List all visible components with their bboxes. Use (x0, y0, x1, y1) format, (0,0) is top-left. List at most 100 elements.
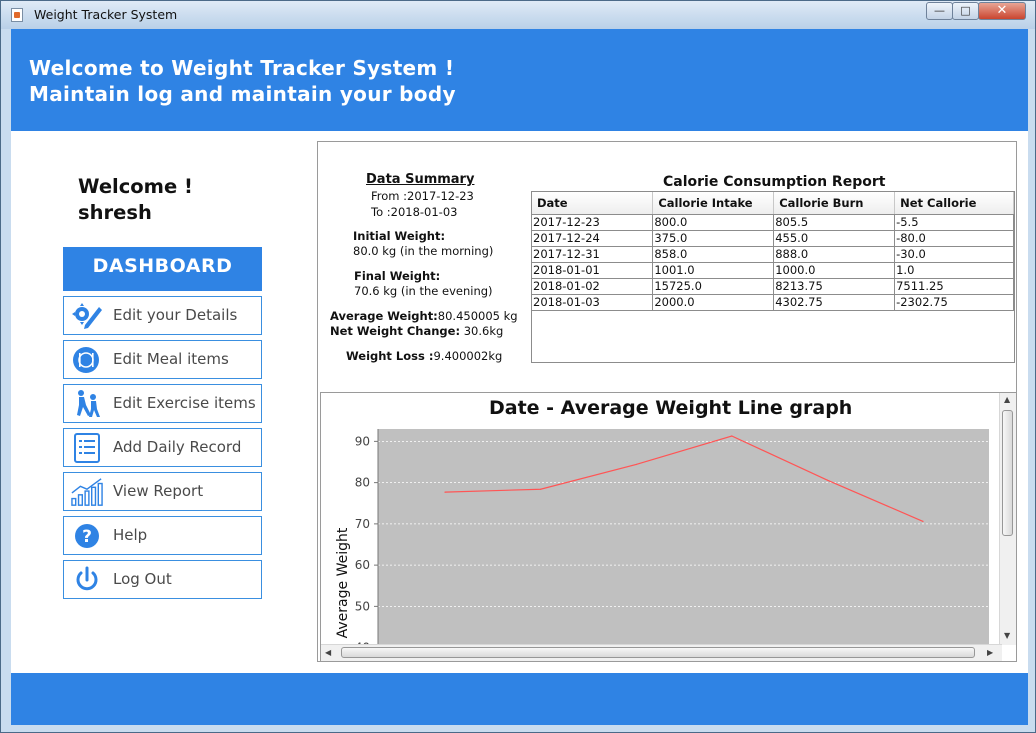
y-tick-label: 80 (355, 476, 370, 490)
table-cell: 1.0 (894, 262, 1014, 279)
table-row[interactable]: 2018-01-03 2000.0 4302.75 -2302.75 (532, 294, 1014, 311)
y-axis-label: Average Weight (335, 527, 351, 638)
dashboard-button[interactable]: DASHBOARD (63, 247, 262, 291)
edit-meal-items-button[interactable]: Edit Meal items (63, 340, 262, 379)
table-row[interactable]: 2018-01-01 1001.0 1000.0 1.0 (532, 262, 1014, 279)
initial-weight-label: Initial Weight: (353, 229, 446, 243)
calorie-table-container[interactable]: Date Callorie Intake Callorie Burn Net Call… (531, 191, 1015, 363)
header-subtitle: Maintain log and maintain your body (29, 82, 456, 106)
table-cell: -30.0 (894, 246, 1014, 263)
welcome-block: Welcome ! shresh (78, 174, 193, 226)
table-cell: 858.0 (652, 246, 775, 263)
calorie-report-title: Calorie Consumption Report (663, 174, 886, 190)
table-cell: 2017-12-31 (532, 246, 654, 263)
table-cell: 7511.25 (894, 278, 1014, 295)
y-tick-label: 70 (355, 517, 370, 531)
exercise-icon (77, 390, 100, 417)
net-change-label: Net Weight Change: (330, 324, 461, 338)
table-cell: 2017-12-24 (532, 230, 654, 247)
report-panel: Data Summary From :2017-12-23 To :2018-0… (317, 141, 1017, 662)
title-bar[interactable]: Weight Tracker System — □ ✕ (1, 1, 1035, 29)
initial-weight-value: 80.0 kg (in the morning) (353, 244, 494, 258)
maximize-button[interactable]: □ (952, 2, 979, 20)
column-header[interactable]: Net Callorie (894, 192, 1014, 215)
app-content: Welcome to Weight Tracker System ! Maint… (11, 29, 1028, 725)
scroll-right-arrow[interactable]: ▶ (987, 648, 993, 657)
nav-label: Log Out (113, 570, 172, 588)
plot-area (378, 429, 989, 645)
welcome-text: Welcome ! (78, 175, 193, 198)
scroll-left-arrow[interactable]: ◀ (325, 648, 331, 657)
data-point (826, 479, 828, 481)
table-cell: 4302.75 (773, 294, 896, 311)
log-out-button[interactable]: Log Out (63, 560, 262, 599)
nav-label: Add Daily Record (113, 438, 242, 456)
chart-scroll-pane[interactable]: Date - Average Weight Line graph 90 80 70 6… (320, 392, 1017, 662)
horizontal-scrollbar[interactable]: ◀ ▶ (321, 644, 1002, 661)
table-row[interactable]: 2017-12-31 858.0 888.0 -30.0 (532, 246, 1014, 263)
final-weight-label: Final Weight: (354, 269, 441, 283)
edit-exercise-items-button[interactable]: Edit Exercise items (63, 384, 262, 423)
list-icon (74, 433, 100, 463)
table-cell: 2018-01-02 (532, 278, 654, 295)
meal-icon (73, 347, 99, 373)
average-weight-value: 80.450005 kg (437, 309, 518, 323)
table-cell: 888.0 (773, 246, 896, 263)
close-button[interactable]: ✕ (978, 2, 1026, 20)
data-point (540, 488, 542, 490)
data-summary-title: Data Summary (366, 172, 475, 187)
data-point (731, 435, 733, 437)
table-body: 2017-12-23 800.0 805.5 -5.5 2017-12-24 375.0 4… (532, 214, 1014, 311)
scroll-up-arrow[interactable]: ▲ (1004, 395, 1010, 404)
data-point (922, 520, 924, 522)
table-row[interactable]: 2018-01-02 15725.0 8213.75 7511.25 (532, 278, 1014, 295)
vertical-scroll-thumb[interactable] (1002, 410, 1013, 536)
header-banner: Welcome to Weight Tracker System ! Maint… (11, 29, 1028, 131)
nav-label: Help (113, 526, 148, 544)
table-cell: 800.0 (652, 214, 775, 231)
help-button[interactable]: ? Help (63, 516, 262, 555)
nav-label: View Report (113, 482, 204, 500)
net-change-value: 30.6kg (460, 324, 504, 338)
table-row[interactable]: 2017-12-23 800.0 805.5 -5.5 (532, 214, 1014, 231)
table-cell: 455.0 (773, 230, 896, 247)
vertical-scrollbar[interactable]: ▲ ▼ (999, 393, 1016, 645)
minimize-button[interactable]: — (926, 2, 953, 20)
table-cell: 2000.0 (652, 294, 775, 311)
scroll-down-arrow[interactable]: ▼ (1004, 631, 1010, 640)
edit-details-button[interactable]: Edit your Details (63, 296, 262, 335)
table-cell: 1001.0 (652, 262, 775, 279)
column-header[interactable]: Callorie Intake (652, 192, 775, 215)
horizontal-scroll-thumb[interactable] (341, 647, 975, 658)
user-name: shresh (78, 201, 152, 224)
average-weight-label: Average Weight: (330, 309, 438, 323)
weight-loss-label: Weight Loss : (346, 349, 434, 363)
y-tick-label: 50 (355, 599, 370, 613)
table-header-row: Date Callorie Intake Callorie Burn Net Call… (532, 192, 1014, 215)
table-cell: -2302.75 (894, 294, 1014, 311)
nav-label: Edit Exercise items (113, 394, 256, 412)
table-cell: 2018-01-03 (532, 294, 654, 311)
column-header[interactable]: Callorie Burn (773, 192, 896, 215)
report-chart-icon (71, 478, 103, 506)
line-chart: 90807060504030Average Weight (335, 429, 989, 645)
column-header[interactable]: Date (532, 192, 654, 215)
footer-bar (11, 673, 1028, 725)
add-daily-record-button[interactable]: Add Daily Record (63, 428, 262, 467)
table-cell: 805.5 (773, 214, 896, 231)
help-icon: ? (75, 524, 99, 548)
table-cell: 2018-01-01 (532, 262, 654, 279)
weight-loss: Weight Loss :9.400002kg (346, 349, 502, 363)
data-point (444, 491, 446, 493)
table-row[interactable]: 2017-12-24 375.0 455.0 -80.0 (532, 230, 1014, 247)
view-report-button[interactable]: View Report (63, 472, 262, 511)
average-weight: Average Weight:80.450005 kg (330, 309, 518, 323)
table-cell: 2017-12-23 (532, 214, 654, 231)
table-cell: 15725.0 (652, 278, 775, 295)
summary-to: To :2018-01-03 (371, 205, 458, 219)
y-tick-label: 60 (355, 558, 370, 572)
calorie-table: Date Callorie Intake Callorie Burn Net Call… (532, 192, 1014, 311)
power-icon (76, 566, 98, 591)
data-point (635, 463, 637, 466)
window-title: Weight Tracker System (34, 7, 178, 22)
